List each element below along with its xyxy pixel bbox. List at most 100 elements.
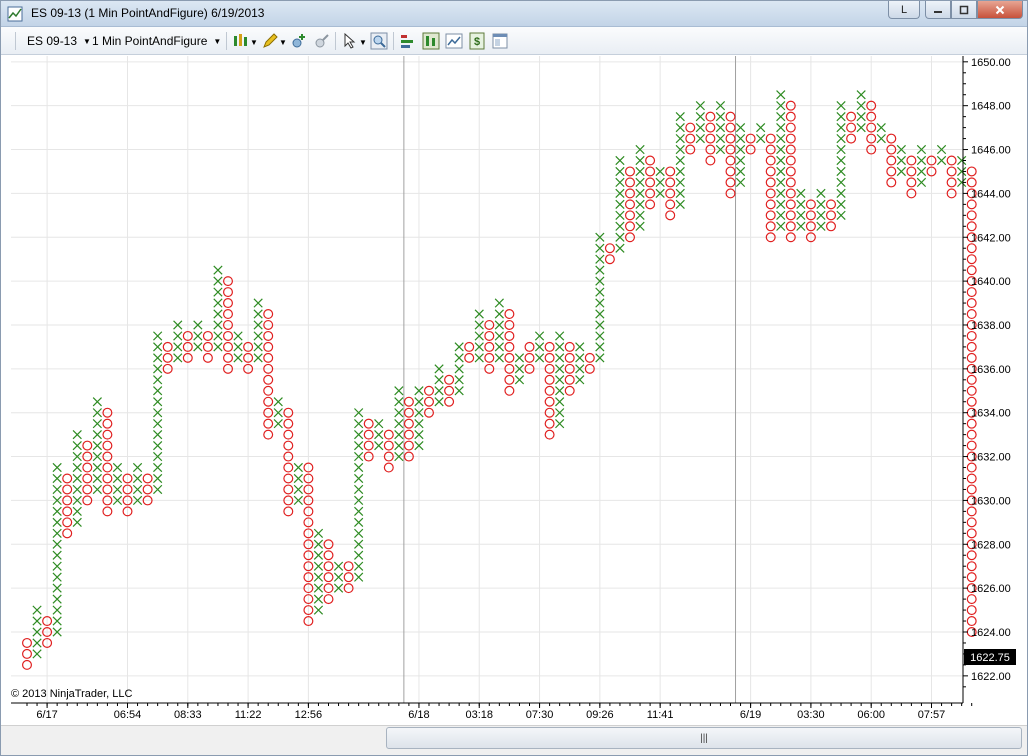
grid-layer <box>11 56 963 703</box>
o-mark <box>444 385 455 396</box>
o-mark <box>966 616 977 627</box>
o-mark <box>966 254 977 265</box>
pnf-marks-layer <box>22 90 977 670</box>
x-mark <box>153 462 163 473</box>
o-mark <box>725 122 736 133</box>
x-column <box>374 419 384 451</box>
x-mark <box>253 331 263 341</box>
o-mark <box>966 177 977 188</box>
x-column <box>936 144 947 166</box>
o-column <box>383 429 394 473</box>
o-mark <box>343 572 354 583</box>
x-tick-label: 07:57 <box>918 709 946 721</box>
x-mark <box>153 397 163 407</box>
o-mark <box>102 506 113 517</box>
x-mark <box>575 375 585 385</box>
x-mark <box>514 375 525 385</box>
o-mark <box>82 440 93 451</box>
x-column <box>213 265 223 352</box>
x-mark <box>153 419 163 429</box>
o-mark <box>102 462 113 473</box>
o-mark <box>825 221 836 232</box>
x-column <box>836 101 846 220</box>
o-mark <box>223 330 234 341</box>
x-mark <box>313 561 324 571</box>
o-mark <box>785 155 796 166</box>
x-column <box>876 122 886 144</box>
o-mark <box>725 111 736 122</box>
o-mark <box>966 210 977 221</box>
x-mark <box>72 440 82 451</box>
o-column <box>604 243 615 265</box>
y-tick-label: 1648.00 <box>971 101 1011 113</box>
x-mark <box>173 331 183 341</box>
x-mark <box>52 616 62 626</box>
o-column <box>645 155 656 210</box>
x-mark <box>52 473 62 484</box>
o-column <box>403 396 414 462</box>
x-mark <box>454 353 464 363</box>
o-mark <box>62 484 73 495</box>
o-mark <box>966 166 977 177</box>
o-mark <box>785 177 796 188</box>
o-mark <box>624 210 635 221</box>
x-mark <box>776 155 786 166</box>
x-column <box>132 462 143 506</box>
o-mark <box>624 199 635 210</box>
x-mark <box>354 419 364 429</box>
o-mark <box>263 352 274 363</box>
x-mark <box>836 166 846 177</box>
o-mark <box>966 440 977 451</box>
x-mark <box>555 342 565 352</box>
x-mark <box>776 177 786 188</box>
x-mark <box>72 517 82 527</box>
o-mark <box>363 440 374 451</box>
x-mark <box>173 342 183 352</box>
o-mark <box>544 418 555 429</box>
x-mark <box>836 177 846 188</box>
x-mark <box>635 199 645 209</box>
x-mark <box>856 90 866 100</box>
x-mark <box>32 605 42 615</box>
o-mark <box>564 374 575 385</box>
o-mark <box>444 374 455 385</box>
o-column <box>705 111 716 166</box>
x-mark <box>374 440 384 451</box>
o-mark <box>785 199 796 210</box>
o-mark <box>82 473 93 484</box>
o-mark <box>966 221 977 232</box>
x-mark <box>132 473 143 484</box>
o-mark <box>484 352 495 363</box>
o-mark <box>102 484 113 495</box>
x-mark <box>52 506 62 517</box>
x-mark <box>153 375 163 385</box>
o-mark <box>785 133 796 144</box>
x-mark <box>193 342 203 352</box>
o-mark <box>705 133 716 144</box>
x-mark <box>253 298 263 308</box>
x-mark <box>856 112 866 122</box>
o-mark <box>424 396 435 407</box>
x-tick-label: 12:56 <box>295 709 323 721</box>
x-mark <box>836 122 846 133</box>
o-mark <box>966 298 977 309</box>
o-mark <box>343 561 354 572</box>
x-mark <box>916 166 927 177</box>
o-mark <box>765 133 776 144</box>
x-mark <box>776 199 786 209</box>
x-mark <box>374 430 384 440</box>
last-price-marker: 1622.75 <box>964 649 1016 665</box>
o-column <box>323 539 334 605</box>
o-mark <box>363 429 374 440</box>
o-mark <box>966 265 977 276</box>
o-column <box>886 133 897 188</box>
x-mark <box>153 473 163 484</box>
o-mark <box>906 155 917 166</box>
x-mark <box>52 594 62 604</box>
horizontal-scrollbar-thumb[interactable]: ||| <box>386 727 1022 749</box>
pnf-chart[interactable]: 1622.00 1624.00 1626.00 1628.00 1630.00 1632.… <box>1 1 1028 756</box>
o-mark <box>223 287 234 298</box>
x-mark <box>816 199 826 209</box>
o-mark <box>624 221 635 232</box>
o-mark <box>544 396 555 407</box>
